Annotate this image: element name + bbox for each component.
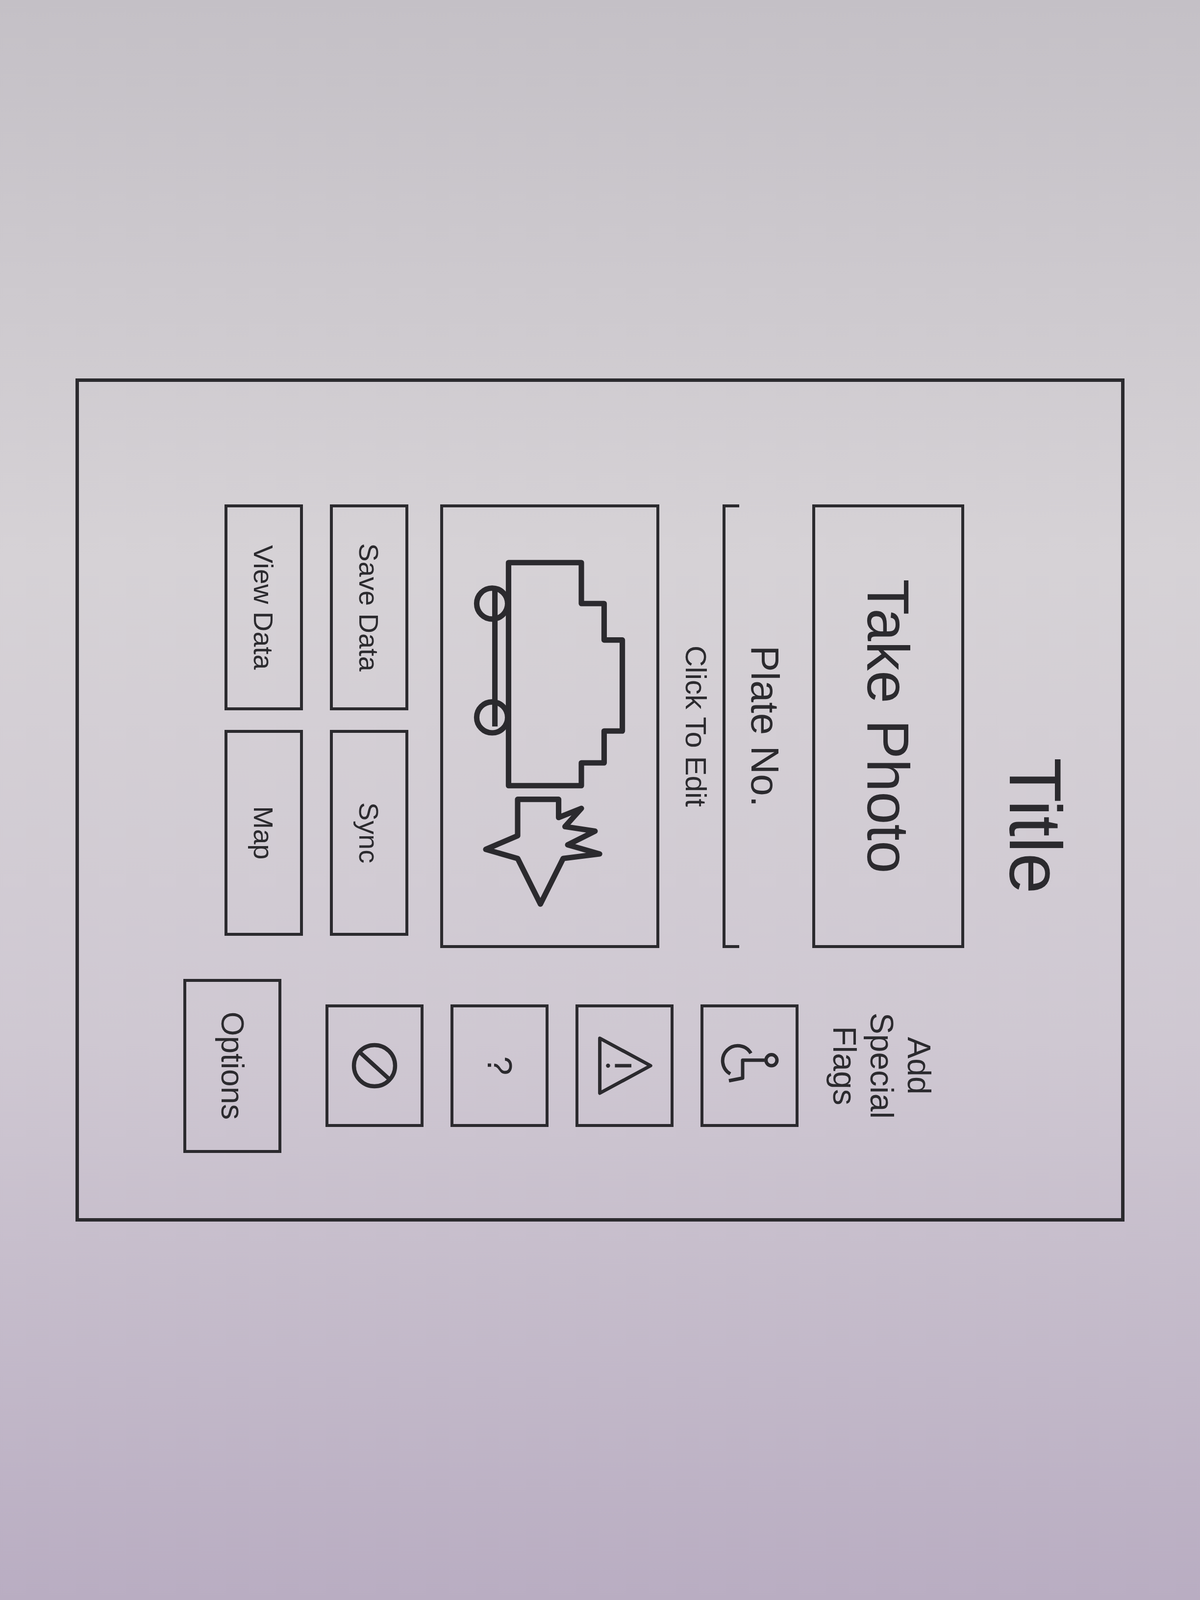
action-button[interactable]: View Data (224, 504, 303, 711)
action-row: View Data Map (224, 504, 303, 949)
main-column: Take Photo Plate No. Click To Edit Save Dat… (183, 504, 965, 949)
action-button[interactable]: Sync (329, 729, 409, 936)
flag-button[interactable] (325, 1004, 424, 1127)
flag-button[interactable] (700, 1004, 799, 1127)
car-photo (440, 504, 660, 949)
wheelchair-icon (715, 1031, 784, 1100)
flags-label: Add Special Flags (825, 992, 938, 1140)
paper-sheet: TitleTake Photo Plate No. Click To Edit Sav… (0, 0, 1200, 1600)
no-entry-icon (340, 1031, 409, 1100)
app-title: Title (964, 504, 1073, 1148)
field-underline (722, 504, 740, 949)
take-photo-button[interactable]: Take Photo (812, 504, 965, 949)
plate-number-field[interactable]: Plate No. (722, 504, 791, 949)
flags-column: Add Special Flags? Options (183, 977, 965, 1154)
car-icon (454, 535, 646, 918)
screen-body: Take Photo Plate No. Click To Edit Save Dat… (183, 504, 965, 1148)
flag-button[interactable] (575, 1004, 674, 1127)
options-button[interactable]: Options (183, 978, 282, 1153)
question-mark: ? (482, 1056, 517, 1076)
action-row: Save Data Sync (329, 504, 409, 949)
edit-hint: Click To Edit (678, 504, 713, 949)
flag-button[interactable]: ? (450, 1004, 549, 1127)
action-button[interactable]: Save Data (329, 504, 409, 711)
warning-icon (590, 1031, 659, 1100)
app-screen-sketch: TitleTake Photo Plate No. Click To Edit Sav… (75, 378, 1125, 1222)
action-button[interactable]: Map (224, 729, 303, 936)
plate-number-label: Plate No. (739, 504, 791, 949)
